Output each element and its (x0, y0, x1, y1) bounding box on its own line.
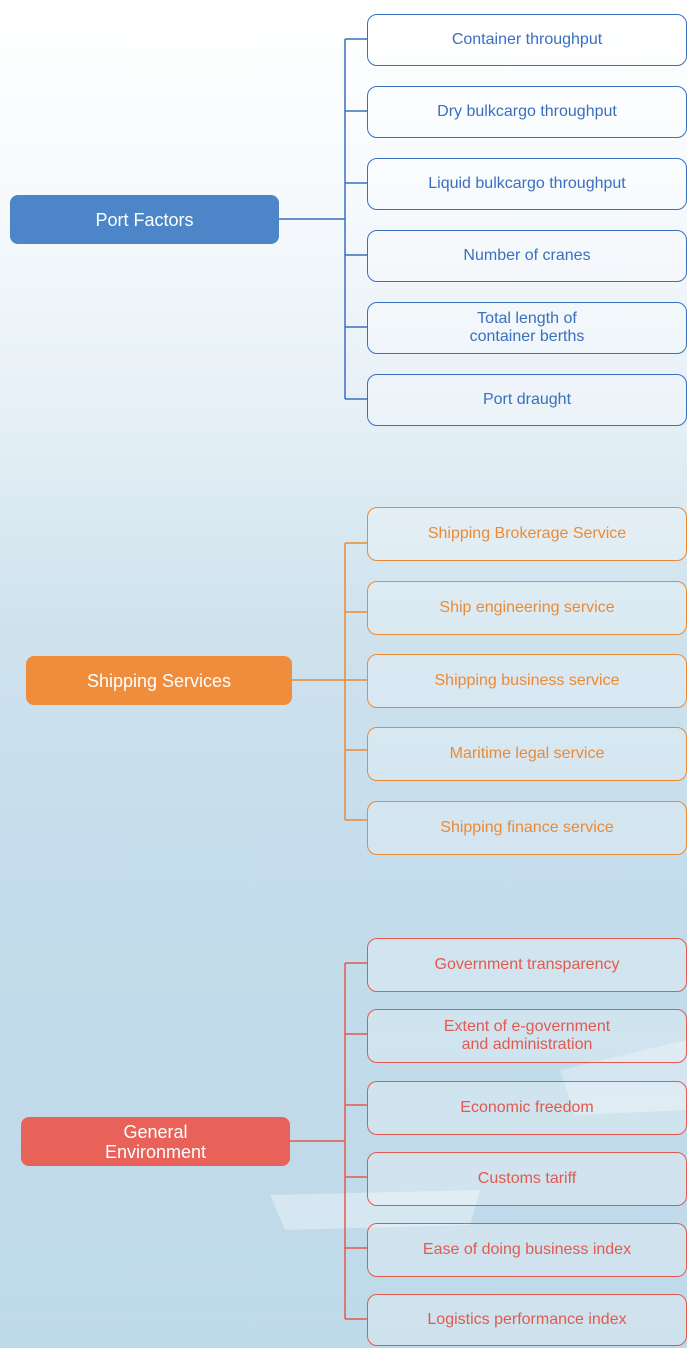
item-number-of-cranes: Number of cranes (367, 230, 687, 282)
item-container-throughput: Container throughput (367, 14, 687, 66)
category-port-factors: Port Factors (10, 195, 279, 244)
item-government-transparency: Government transparency (367, 938, 687, 992)
category-general-environment: General Environment (21, 1117, 290, 1166)
category-shipping-services: Shipping Services (26, 656, 292, 705)
item-logistics-performance-index: Logistics performance index (367, 1294, 687, 1346)
item-economic-freedom: Economic freedom (367, 1081, 687, 1135)
item-maritime-legal-service: Maritime legal service (367, 727, 687, 781)
item-e-government-extent: Extent of e-government and administratio… (367, 1009, 687, 1063)
item-customs-tariff: Customs tariff (367, 1152, 687, 1206)
item-shipping-business-service: Shipping business service (367, 654, 687, 708)
item-ship-engineering-service: Ship engineering service (367, 581, 687, 635)
item-dry-bulk-cargo-throughput: Dry bulkcargo throughput (367, 86, 687, 138)
item-liquid-bulk-cargo-throughput: Liquid bulkcargo throughput (367, 158, 687, 210)
item-shipping-brokerage-service: Shipping Brokerage Service (367, 507, 687, 561)
factor-diagram: Port Factors Container throughput Dry bu… (0, 0, 687, 1348)
item-shipping-finance-service: Shipping finance service (367, 801, 687, 855)
item-container-berth-length: Total length of container berths (367, 302, 687, 354)
item-port-draught: Port draught (367, 374, 687, 426)
item-ease-of-doing-business: Ease of doing business index (367, 1223, 687, 1277)
